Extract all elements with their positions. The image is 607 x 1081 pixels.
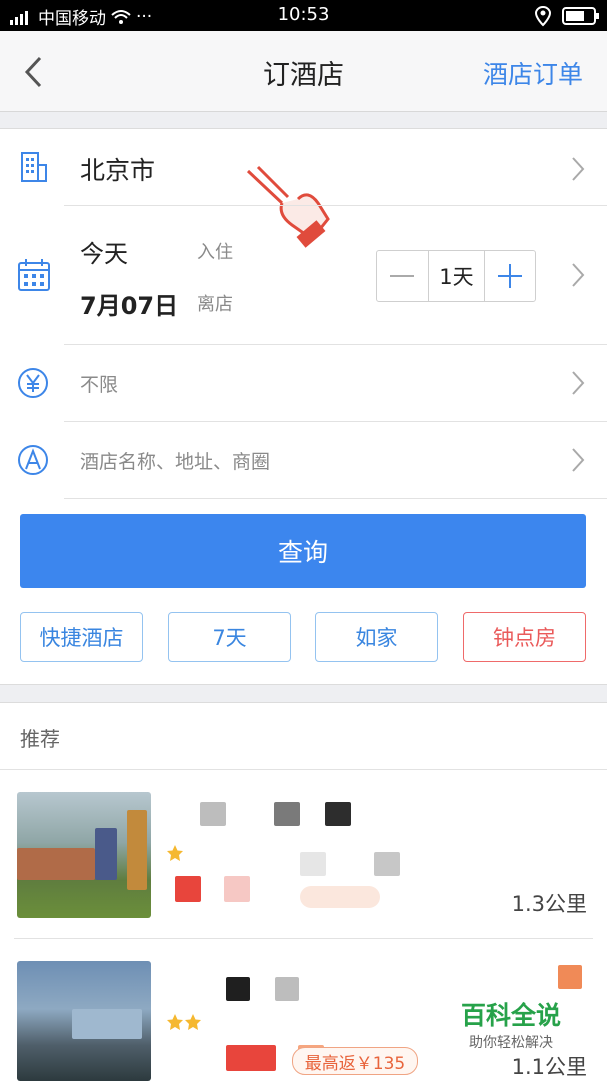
blurred-tag — [226, 1045, 276, 1071]
checkin-tag: 入住 — [197, 242, 233, 263]
price-filter-value: 不限 — [80, 374, 119, 396]
star-icon — [167, 1014, 201, 1030]
nav-bar: 订酒店 酒店订单 — [0, 31, 607, 112]
quick-tag-express-hotel[interactable]: 快捷酒店 — [20, 612, 143, 662]
watermark-subtitle: 助你轻松解决 — [468, 1035, 553, 1051]
blurred-text — [226, 977, 250, 1001]
date-row[interactable]: 今天 入住 7月07日 离店 1天 — [0, 206, 607, 344]
nights-stepper: 1天 — [376, 250, 536, 302]
watermark-title: 百科全说 — [460, 1001, 561, 1030]
chevron-right-icon — [572, 263, 585, 287]
quick-tag-hourly-room[interactable]: 钟点房 — [463, 612, 586, 662]
calendar-icon — [18, 259, 50, 291]
checkout-tag: 离店 — [197, 294, 233, 315]
minus-icon — [390, 275, 415, 277]
keyword-icon — [18, 445, 48, 475]
hotel-list-item[interactable]: 1.3公里 — [0, 770, 607, 938]
star-icon — [167, 845, 183, 861]
city-value: 北京市 — [80, 156, 156, 185]
hotel-thumbnail — [17, 792, 151, 918]
quick-tag-7days[interactable]: 7天 — [168, 612, 291, 662]
search-form: 北京市 今天 入住 7月07日 离店 1天 不限 酒店名称、地址、商圈 查询 快… — [0, 128, 607, 685]
status-bar: 中国移动 ··· 10:53 — [0, 0, 607, 31]
blurred-text — [325, 802, 351, 826]
group-buy-icon — [558, 965, 582, 989]
query-button[interactable]: 查询 — [20, 514, 586, 588]
status-time: 10:53 — [277, 4, 330, 25]
plus-button[interactable] — [485, 251, 535, 301]
keyword-row[interactable]: 酒店名称、地址、商圈 — [0, 422, 607, 498]
keyword-search-input[interactable]: 酒店名称、地址、商圈 — [80, 447, 270, 474]
city-row[interactable]: 北京市 — [0, 129, 607, 248]
location-icon — [534, 5, 552, 27]
blurred-badge — [300, 886, 380, 908]
hotel-thumbnail — [17, 961, 151, 1081]
battery-icon — [562, 7, 599, 25]
chevron-right-icon — [572, 157, 585, 181]
blurred-text — [374, 852, 400, 876]
blurred-text — [274, 802, 300, 826]
hotel-distance: 1.3公里 — [511, 892, 587, 916]
watermark-logo: 百科全说 助你轻松解决 — [461, 996, 561, 1052]
yuan-icon — [18, 368, 48, 398]
divider — [64, 498, 607, 499]
blurred-tag — [224, 876, 250, 902]
checkin-date: 今天 — [80, 240, 128, 268]
blurred-text — [300, 852, 326, 876]
hotel-orders-link[interactable]: 酒店订单 — [483, 55, 583, 91]
blurred-text — [275, 977, 299, 1001]
quick-tag-homeinn[interactable]: 如家 — [315, 612, 438, 662]
chevron-right-icon — [572, 448, 585, 472]
chevron-right-icon — [572, 371, 585, 395]
blurred-text — [200, 802, 226, 826]
hotel-distance: 1.1公里 — [511, 1055, 587, 1079]
nights-value: 1天 — [429, 251, 486, 301]
price-row[interactable]: 不限 — [0, 345, 607, 421]
recommend-title: 推荐 — [20, 727, 60, 751]
checkout-date: 7月07日 — [80, 292, 179, 320]
minus-button[interactable] — [377, 251, 429, 301]
cashback-badge: 最高返￥135 — [292, 1047, 418, 1075]
blurred-tag — [175, 876, 201, 902]
plus-icon — [498, 264, 523, 288]
building-icon — [21, 152, 47, 182]
